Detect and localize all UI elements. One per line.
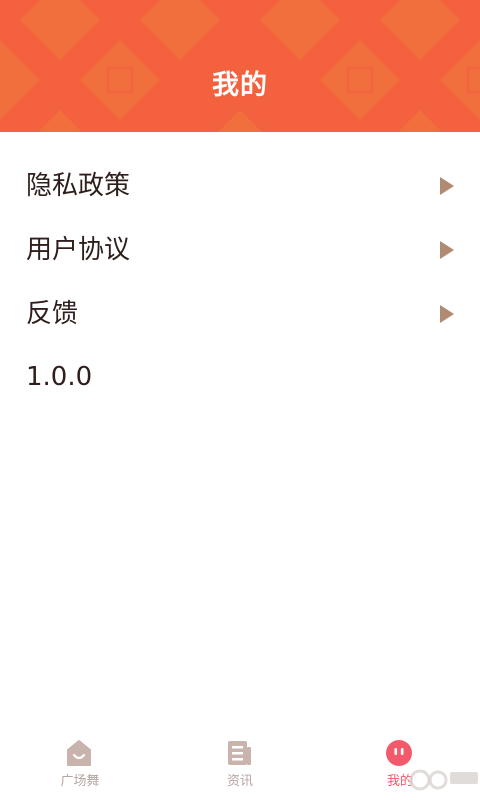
menu-item-user-agreement[interactable]: 用户协议 (0, 219, 480, 283)
menu-item-label: 反馈 (26, 299, 79, 329)
app-version-text: 1.0.0 (26, 362, 93, 392)
news-icon (228, 741, 251, 765)
menu-item-label: 隐私政策 (26, 171, 131, 201)
menu-item-label: 用户协议 (26, 235, 131, 265)
site-watermark-logo (409, 769, 478, 791)
tab-label: 资讯 (226, 774, 253, 789)
menu-item-feedback[interactable]: 反馈 (0, 283, 480, 347)
tab-label: 广场舞 (60, 774, 100, 789)
chevron-right-icon (440, 241, 454, 259)
chevron-right-icon (440, 177, 454, 195)
home-smile-icon (67, 740, 91, 766)
tab-square-dance[interactable]: 广场舞 (0, 730, 160, 800)
page-title: 我的 (212, 70, 268, 101)
settings-menu: 隐私政策 用户协议 反馈 (0, 155, 480, 347)
header-bar: 我的 (0, 0, 480, 132)
menu-item-privacy-policy[interactable]: 隐私政策 (0, 155, 480, 219)
app-screen: 我的 隐私政策 用户协议 反馈 1.0.0 广场舞 资讯 我的 (0, 0, 480, 800)
tab-news[interactable]: 资讯 (160, 730, 320, 800)
chevron-right-icon (440, 305, 454, 323)
